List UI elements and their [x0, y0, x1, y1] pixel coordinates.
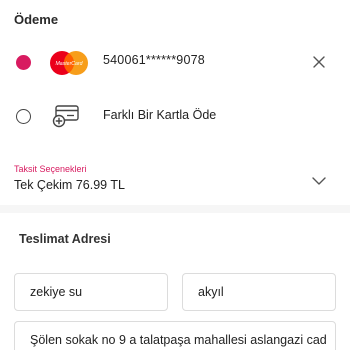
new-card-label: Farklı Bir Kartla Öde [103, 108, 217, 122]
address-field[interactable]: Şölen sokak no 9 a talatpaşa mahallesi a… [14, 321, 336, 350]
new-card-option[interactable]: Farklı Bir Kartla Öde [0, 98, 350, 134]
saved-card-option[interactable]: MasterCard 540061******9078 [0, 44, 350, 80]
delivery-address-title: Teslimat Adresi [19, 232, 111, 246]
credit-card-add-icon [52, 105, 79, 128]
mastercard-icon: MasterCard [50, 51, 88, 75]
close-icon[interactable] [313, 56, 325, 68]
chevron-down-icon[interactable] [312, 176, 326, 186]
payment-section-title: Ödeme [14, 12, 59, 27]
last-name-field[interactable]: akyıl [182, 273, 336, 311]
section-divider [0, 205, 350, 213]
first-name-field[interactable]: zekiye su [14, 273, 168, 311]
saved-card-number: 540061******9078 [103, 53, 205, 67]
installment-value: Tek Çekim 76.99 TL [14, 178, 125, 192]
saved-card-radio[interactable] [16, 55, 31, 70]
new-card-radio[interactable] [16, 109, 31, 124]
mastercard-wordmark: MasterCard [55, 61, 83, 67]
payment-page: Ödeme MasterCard 540061******9078 Farklı… [0, 0, 350, 350]
installment-label: Taksit Seçenekleri [14, 164, 87, 174]
